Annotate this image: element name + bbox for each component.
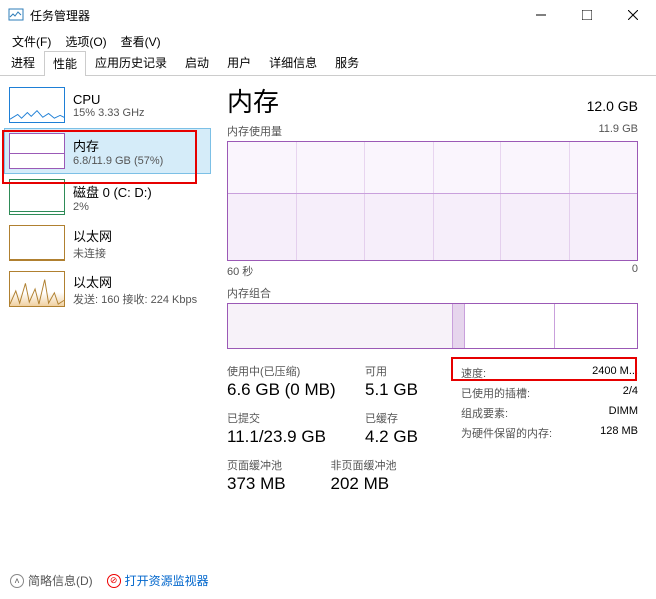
minimize-button[interactable]: [518, 0, 564, 30]
sidebar-eth1-title: 以太网: [73, 226, 112, 245]
chevron-up-icon: ˄: [10, 574, 24, 588]
speed-label: 速度:: [461, 365, 486, 381]
main-panel: 内存 12.0 GB 内存使用量 11.9 GB 60 秒 0 内存组合: [215, 76, 656, 566]
tabs: 进程 性能 应用历史记录 启动 用户 详细信息 服务: [0, 52, 656, 76]
cached-value: 4.2 GB: [365, 427, 457, 447]
main-title: 内存: [227, 82, 279, 119]
compo-modified: [453, 304, 465, 348]
cpu-sparkline: [9, 87, 65, 123]
avail-value: 5.1 GB: [365, 380, 457, 400]
ethernet1-sparkline: [9, 225, 65, 261]
sidebar-item-ethernet-1[interactable]: 以太网 未连接: [4, 220, 211, 266]
fewer-details-button[interactable]: ˄ 简略信息(D): [10, 572, 93, 589]
slots-value: 2/4: [623, 385, 638, 401]
sidebar-eth2-title: 以太网: [73, 272, 197, 291]
sidebar-eth2-sub: 发送: 160 接收: 224 Kbps: [73, 291, 197, 307]
paged-value: 373 MB: [227, 474, 331, 494]
window-title: 任务管理器: [30, 7, 518, 24]
menu-file[interactable]: 文件(F): [6, 31, 57, 52]
app-icon: [8, 7, 24, 23]
compo-inuse: [228, 304, 453, 348]
reserved-value: 128 MB: [600, 425, 638, 441]
open-resmon-button[interactable]: ⊘ 打开资源监视器: [107, 572, 209, 589]
tab-users[interactable]: 用户: [218, 50, 260, 75]
menu-options[interactable]: 选项(O): [59, 31, 112, 52]
cached-label: 已缓存: [365, 410, 457, 426]
form-label: 组成要素:: [461, 405, 508, 421]
nonpaged-label: 非页面缓冲池: [331, 457, 458, 473]
menubar: 文件(F) 选项(O) 查看(V): [0, 30, 656, 52]
inuse-label: 使用中(已压缩): [227, 363, 365, 379]
sidebar-disk-title: 磁盘 0 (C: D:): [73, 182, 152, 201]
commit-label: 已提交: [227, 410, 365, 426]
reserved-label: 为硬件保留的内存:: [461, 425, 552, 441]
tab-details[interactable]: 详细信息: [260, 50, 326, 75]
sidebar: CPU 15% 3.33 GHz 内存 6.8/11.9 GB (57%) 磁盘…: [0, 76, 215, 566]
sidebar-item-disk[interactable]: 磁盘 0 (C: D:) 2%: [4, 174, 211, 220]
fewer-details-label: 简略信息(D): [28, 572, 93, 589]
memory-total: 12.0 GB: [587, 98, 638, 114]
commit-value: 11.1/23.9 GB: [227, 427, 365, 447]
form-value: DIMM: [609, 405, 638, 421]
nonpaged-value: 202 MB: [331, 474, 458, 494]
tab-services[interactable]: 服务: [326, 50, 368, 75]
sidebar-memory-title: 内存: [73, 136, 163, 155]
compo-standby: [465, 304, 555, 348]
memory-sparkline: [9, 133, 65, 169]
sidebar-memory-sub: 6.8/11.9 GB (57%): [73, 155, 163, 167]
ethernet2-sparkline: [9, 271, 65, 307]
paged-label: 页面缓冲池: [227, 457, 331, 473]
sidebar-item-cpu[interactable]: CPU 15% 3.33 GHz: [4, 82, 211, 128]
usage-chart-label: 内存使用量: [227, 123, 282, 139]
tab-app-history[interactable]: 应用历史记录: [86, 50, 176, 75]
resmon-icon: ⊘: [107, 574, 121, 588]
content: CPU 15% 3.33 GHz 内存 6.8/11.9 GB (57%) 磁盘…: [0, 76, 656, 566]
time-axis-end: 0: [632, 263, 638, 279]
footer: ˄ 简略信息(D) ⊘ 打开资源监视器: [10, 572, 209, 589]
usage-chart-max: 11.9 GB: [598, 123, 638, 139]
sidebar-item-memory[interactable]: 内存 6.8/11.9 GB (57%): [4, 128, 211, 174]
sidebar-cpu-sub: 15% 3.33 GHz: [73, 107, 145, 119]
avail-label: 可用: [365, 363, 457, 379]
titlebar: 任务管理器: [0, 0, 656, 30]
compo-free: [555, 304, 637, 348]
sidebar-cpu-title: CPU: [73, 92, 145, 107]
speed-value: 2400 M...: [592, 365, 638, 381]
resmon-label: 打开资源监视器: [125, 572, 209, 589]
close-button[interactable]: [610, 0, 656, 30]
tab-performance[interactable]: 性能: [44, 51, 86, 76]
tab-startup[interactable]: 启动: [176, 50, 218, 75]
disk-sparkline: [9, 179, 65, 215]
sidebar-eth1-sub: 未连接: [73, 245, 112, 261]
memory-composition-chart[interactable]: [227, 303, 638, 349]
inuse-value: 6.6 GB (0 MB): [227, 380, 365, 400]
sidebar-disk-sub: 2%: [73, 201, 152, 213]
tab-processes[interactable]: 进程: [2, 50, 44, 75]
memory-usage-chart[interactable]: [227, 141, 638, 261]
time-axis-start: 60 秒: [227, 263, 253, 279]
slots-label: 已使用的插槽:: [461, 385, 530, 401]
sidebar-item-ethernet-2[interactable]: 以太网 发送: 160 接收: 224 Kbps: [4, 266, 211, 312]
stats: 使用中(已压缩) 6.6 GB (0 MB) 可用 5.1 GB 已提交 11.…: [227, 363, 638, 504]
composition-label: 内存组合: [227, 285, 271, 301]
menu-view[interactable]: 查看(V): [115, 31, 167, 52]
maximize-button[interactable]: [564, 0, 610, 30]
